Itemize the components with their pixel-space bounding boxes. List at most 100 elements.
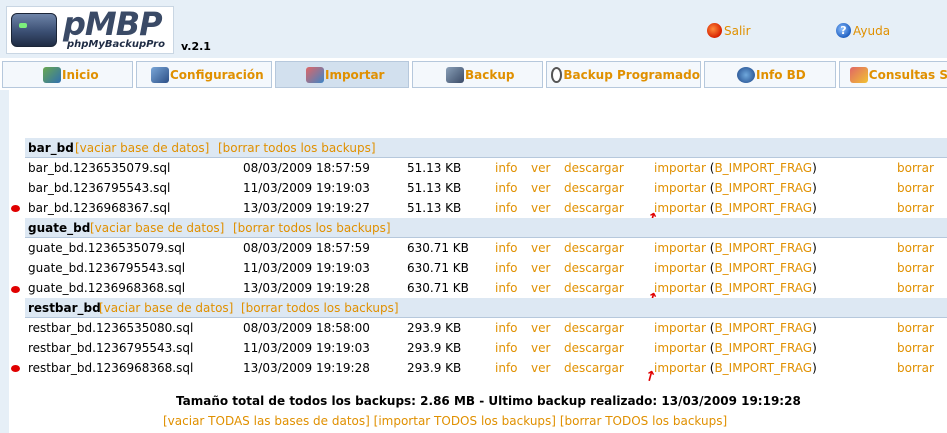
backup-row: bar_bd.1236535079.sql 08/03/2009 18:57:5… [25,158,947,178]
import-link[interactable]: importar [654,201,706,215]
import-all-backups-link[interactable]: [importar TODOS los backups] [374,414,556,428]
download-link[interactable]: descargar [564,321,624,335]
import-frag-link[interactable]: B_IMPORT_FRAG [714,241,812,255]
tab-inicio[interactable]: Inicio [2,61,133,88]
paren-close: ) [812,181,817,195]
backup-date: 11/03/2009 19:19:03 [243,181,370,195]
import-action: importar (B_IMPORT_FRAG) [654,321,817,335]
logo-subtitle: phpMyBackupPro [67,39,165,50]
app-logo[interactable]: pMBP phpMyBackupPro [6,5,174,54]
tab-info-bd[interactable]: Info BD [704,61,836,88]
info-link[interactable]: info [495,321,518,335]
import-link[interactable]: importar [654,361,706,375]
download-link[interactable]: descargar [564,201,624,215]
view-link[interactable]: ver [531,281,550,295]
db-group-header: guate_bd [vaciar base de datos] [borrar … [25,218,947,238]
annotation-dot [11,286,20,293]
logout-link[interactable]: Salir [707,23,751,38]
import-frag-link[interactable]: B_IMPORT_FRAG [714,361,812,375]
delete-link[interactable]: borrar [897,181,934,195]
tab-backup-programado[interactable]: Backup Programado [546,61,701,88]
backup-row: restbar_bd.1236795543.sql 11/03/2009 19:… [25,338,947,358]
download-link[interactable]: descargar [564,361,624,375]
download-link[interactable]: descargar [564,281,624,295]
info-link[interactable]: info [495,261,518,275]
empty-db-link[interactable]: [vaciar base de datos] [99,301,233,315]
view-link[interactable]: ver [531,261,550,275]
backup-row: restbar_bd.1236535080.sql 08/03/2009 18:… [25,318,947,338]
tab-configuracion[interactable]: Configuración [136,61,272,88]
backup-row: guate_bd.1236968368.sql 13/03/2009 19:19… [25,278,947,298]
tab-importar[interactable]: Importar [275,61,409,88]
delete-link[interactable]: borrar [897,281,934,295]
logout-label: Salir [724,23,751,38]
empty-db-link[interactable]: [vaciar base de datos] [90,221,224,235]
download-link[interactable]: descargar [564,161,624,175]
import-link[interactable]: importar [654,261,706,275]
db-name: restbar_bd [28,301,101,315]
backup-size: 630.71 KB [407,261,469,275]
backup-date: 08/03/2009 18:58:00 [243,321,370,335]
tab-consultas-label: Consultas S [868,67,947,82]
import-link[interactable]: importar [654,161,706,175]
delete-link[interactable]: borrar [897,341,934,355]
version-label: v.2.1 [181,40,211,53]
import-frag-link[interactable]: B_IMPORT_FRAG [714,161,812,175]
import-link[interactable]: importar [654,321,706,335]
tab-consultas[interactable]: Consultas S [839,61,947,88]
delete-link[interactable]: borrar [897,161,934,175]
download-link[interactable]: descargar [564,261,624,275]
import-frag-link[interactable]: B_IMPORT_FRAG [714,321,812,335]
help-link[interactable]: ? Ayuda [836,23,890,38]
backup-size: 51.13 KB [407,161,462,175]
info-link[interactable]: info [495,181,518,195]
download-link[interactable]: descargar [564,241,624,255]
info-link[interactable]: info [495,201,518,215]
delete-all-backups-link[interactable]: [borrar todos los backups] [218,141,376,155]
view-link[interactable]: ver [531,341,550,355]
backup-date: 08/03/2009 18:57:59 [243,161,370,175]
import-link[interactable]: importar [654,281,706,295]
delete-link[interactable]: borrar [897,241,934,255]
import-frag-link[interactable]: B_IMPORT_FRAG [714,341,812,355]
empty-db-link[interactable]: [vaciar base de datos] [75,141,209,155]
delete-link[interactable]: borrar [897,261,934,275]
db-name: bar_bd [28,141,74,155]
info-link[interactable]: info [495,341,518,355]
import-action: importar (B_IMPORT_FRAG) [654,261,817,275]
import-frag-link[interactable]: B_IMPORT_FRAG [714,261,812,275]
import-link[interactable]: importar [654,341,706,355]
import-frag-link[interactable]: B_IMPORT_FRAG [714,201,812,215]
tab-configuracion-label: Configuración [170,67,264,82]
annotation-dot [11,365,20,372]
info-link[interactable]: info [495,361,518,375]
import-link[interactable]: importar [654,241,706,255]
view-link[interactable]: ver [531,161,550,175]
backup-filename: restbar_bd.1236535080.sql [28,321,194,335]
delete-link[interactable]: borrar [897,361,934,375]
import-frag-link[interactable]: B_IMPORT_FRAG [714,281,812,295]
download-link[interactable]: descargar [564,181,624,195]
view-link[interactable]: ver [531,241,550,255]
bulk-actions: [vaciar TODAS las bases de datos] [impor… [163,414,727,428]
import-frag-link[interactable]: B_IMPORT_FRAG [714,181,812,195]
view-link[interactable]: ver [531,361,550,375]
delete-link[interactable]: borrar [897,201,934,215]
delete-all-backups-link[interactable]: [borrar todos los backups] [233,221,391,235]
delete-link[interactable]: borrar [897,321,934,335]
view-link[interactable]: ver [531,181,550,195]
tab-backup[interactable]: Backup [412,61,543,88]
delete-all-backups-link[interactable]: [borrar todos los backups] [241,301,399,315]
tab-backup-programado-label: Backup Programado [563,67,700,82]
import-link[interactable]: importar [654,181,706,195]
empty-all-dbs-link[interactable]: [vaciar TODAS las bases de datos] [163,414,370,428]
backup-size: 630.71 KB [407,241,469,255]
info-link[interactable]: info [495,241,518,255]
delete-all-backups-bulk-link[interactable]: [borrar TODOS los backups] [560,414,727,428]
info-link[interactable]: info [495,161,518,175]
database-info-icon [737,66,755,83]
view-link[interactable]: ver [531,201,550,215]
download-link[interactable]: descargar [564,341,624,355]
info-link[interactable]: info [495,281,518,295]
view-link[interactable]: ver [531,321,550,335]
